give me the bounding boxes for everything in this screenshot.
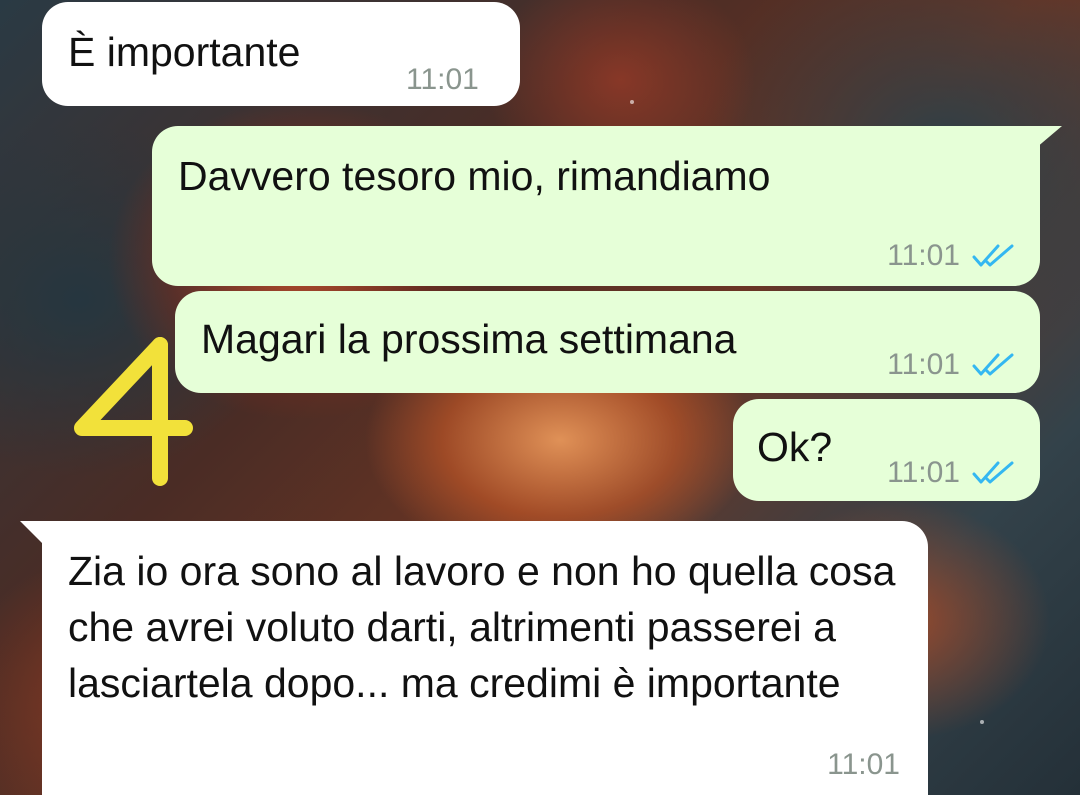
message-bubble-outgoing[interactable]: Davvero tesoro mio, rimandiamo 11:01 [152,126,1040,286]
message-text: Magari la prossima settimana [201,316,737,362]
message-bubble-incoming[interactable]: È importante 11:01 [42,2,520,106]
message-time: 11:01 [406,63,479,96]
double-check-icon [972,461,1014,484]
message-meta: 11:01 [827,739,900,791]
message-text: Zia io ora sono al lavoro e non ho quell… [68,548,907,706]
message-time: 11:01 [887,239,960,272]
message-meta: 11:01 [887,339,1016,391]
message-time: 11:01 [827,748,900,781]
message-text: È importante [68,29,301,75]
message-bubble-outgoing[interactable]: Magari la prossima settimana 11:01 [175,291,1040,393]
message-meta: 11:01 [887,447,1016,499]
wallpaper-star [630,100,634,104]
double-check-icon [972,353,1014,376]
wallpaper-star [980,720,984,724]
message-text: Ok? [757,424,833,470]
message-bubble-incoming[interactable]: Zia io ora sono al lavoro e non ho quell… [42,521,928,795]
message-text: Davvero tesoro mio, rimandiamo [178,153,771,199]
message-time: 11:01 [887,348,960,381]
double-check-icon [972,244,1014,267]
bubble-tail [1036,126,1062,148]
handwritten-number-annotation [74,337,193,486]
bubble-tail [20,521,44,545]
message-time: 11:01 [887,456,960,489]
message-meta: 11:01 [887,230,1016,282]
message-meta: 11:01 [406,54,479,106]
message-bubble-outgoing[interactable]: Ok? 11:01 [733,399,1040,501]
